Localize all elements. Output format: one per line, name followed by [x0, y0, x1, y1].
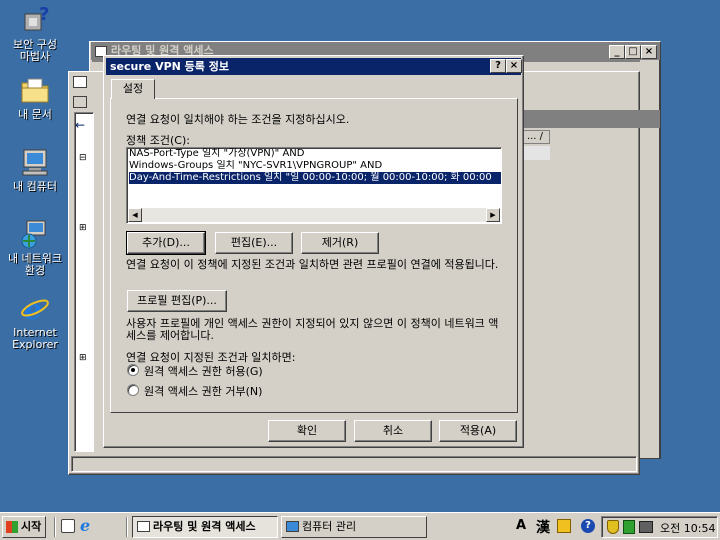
condition-item[interactable]: NAS-Port-Type 일치 "가상(VPN)" AND — [129, 148, 501, 160]
status-bar — [71, 456, 637, 472]
maximize-button[interactable]: □ — [625, 45, 641, 59]
list-item-stub — [520, 146, 550, 160]
start-button[interactable]: 시작 — [2, 516, 46, 538]
system-tray: 오전 10:54 — [601, 516, 718, 538]
ok-button[interactable]: 확인 — [268, 420, 346, 442]
condition-item-selected[interactable]: Day-And-Time-Restrictions 일치 "일 00:00-10… — [129, 172, 501, 184]
deny-access-radio[interactable] — [127, 384, 139, 396]
ime-mode-a[interactable]: A — [516, 518, 526, 533]
network-tray-icon[interactable] — [639, 521, 653, 533]
update-icon[interactable] — [623, 520, 635, 534]
back-arrow-icon[interactable]: ← — [75, 118, 85, 132]
add-condition-button[interactable]: 추가(D)... — [126, 231, 206, 255]
edit-profile-button[interactable]: 프로필 편집(P)... — [127, 290, 227, 312]
ie-quicklaunch-icon[interactable]: e — [80, 517, 90, 535]
folder-icon — [19, 74, 51, 106]
minimize-button[interactable]: _ — [609, 45, 625, 59]
horizontal-scrollbar[interactable]: ◀ ▶ — [128, 208, 500, 222]
tree-pane[interactable]: ⊟ ⊞ ⊞ — [74, 112, 94, 452]
column-header[interactable]: ... / — [520, 130, 550, 144]
access-description: 사용자 프로필에 개인 액세스 권한이 지정되어 있지 않으면 이 정책이 네트… — [126, 317, 499, 342]
profile-description: 연결 요청이 이 정책에 지정된 조건과 일치하면 관련 프로필이 연결에 적용… — [126, 258, 499, 271]
condition-item[interactable]: Windows-Groups 일치 "NYC-SVR1\VPNGROUP" AN… — [129, 160, 501, 172]
deny-access-label[interactable]: 원격 액세스 권한 거부(N) — [144, 383, 262, 399]
desktop-icon-security-wizard[interactable]: ? 보안 구성 마법사 — [0, 4, 70, 63]
scroll-left-icon[interactable]: ◀ — [128, 208, 142, 222]
dialog-close-button[interactable]: × — [506, 59, 522, 73]
clock[interactable]: 오전 10:54 — [660, 520, 715, 536]
show-desktop-icon[interactable] — [61, 519, 75, 533]
taskbar: 시작 e 라우팅 및 원격 액세스 컴퓨터 관리 A 漢 ? 오전 10:54 — [0, 512, 720, 540]
close-button[interactable]: × — [641, 45, 657, 59]
grant-access-radio[interactable] — [127, 364, 139, 376]
dialog-titlebar[interactable]: secure VPN 등록 정보 — [106, 58, 521, 75]
desktop-icon-internet-explorer[interactable]: e Internet Explorer — [0, 292, 70, 351]
quick-launch-divider — [54, 517, 56, 537]
tab-settings[interactable]: 설정 — [111, 79, 155, 99]
cancel-button[interactable]: 취소 — [354, 420, 432, 442]
security-wizard-icon: ? — [19, 4, 51, 36]
computer-icon — [19, 146, 51, 178]
toolbar-icon[interactable] — [73, 76, 87, 88]
quick-launch-divider — [126, 517, 128, 537]
security-shield-icon[interactable] — [607, 520, 619, 534]
task-computer-management[interactable]: 컴퓨터 관리 — [281, 516, 427, 538]
desktop-icon-my-computer[interactable]: 내 컴퓨터 — [0, 146, 70, 193]
vpn-properties-dialog[interactable]: secure VPN 등록 정보 ? × 설정 연결 요청이 일치해야 하는 조… — [103, 55, 524, 448]
ie-icon: e — [19, 292, 51, 326]
windows-logo-icon — [6, 521, 18, 533]
help-button[interactable]: ? — [490, 59, 506, 73]
desktop-icon-network-places[interactable]: 내 네트워크 환경 — [0, 218, 70, 277]
grant-access-label[interactable]: 원격 액세스 권한 허용(G) — [144, 363, 263, 379]
instruction-text: 연결 요청이 일치해야 하는 조건을 지정하십시오. — [126, 113, 350, 126]
tree-expander[interactable]: ⊞ — [79, 353, 87, 363]
ime-hanja[interactable]: 漢 — [536, 517, 550, 537]
edit-condition-button[interactable]: 편집(E)... — [215, 232, 293, 254]
help-icon[interactable]: ? — [581, 519, 595, 533]
mmc-icon — [137, 521, 150, 532]
svg-text:e: e — [24, 293, 42, 324]
task-routing[interactable]: 라우팅 및 원격 액세스 — [132, 516, 278, 538]
network-icon — [19, 218, 51, 250]
remove-condition-button[interactable]: 제거(R) — [301, 232, 379, 254]
conditions-listbox[interactable]: NAS-Port-Type 일치 "가상(VPN)" AND Windows-G… — [126, 147, 502, 224]
computer-management-icon — [286, 521, 299, 532]
toolbar-icon[interactable] — [73, 96, 87, 108]
apply-button[interactable]: 적용(A) — [439, 420, 517, 442]
svg-text:?: ? — [39, 4, 49, 25]
policy-conditions-label: 정책 조건(C): — [126, 134, 190, 147]
desktop-icon-my-documents[interactable]: 내 문서 — [0, 74, 70, 121]
tree-expander[interactable]: ⊟ — [79, 153, 87, 163]
ime-tool-icon[interactable] — [557, 519, 571, 533]
tree-expander[interactable]: ⊞ — [79, 223, 87, 233]
scroll-right-icon[interactable]: ▶ — [486, 208, 500, 222]
right-panel-header — [520, 110, 660, 128]
